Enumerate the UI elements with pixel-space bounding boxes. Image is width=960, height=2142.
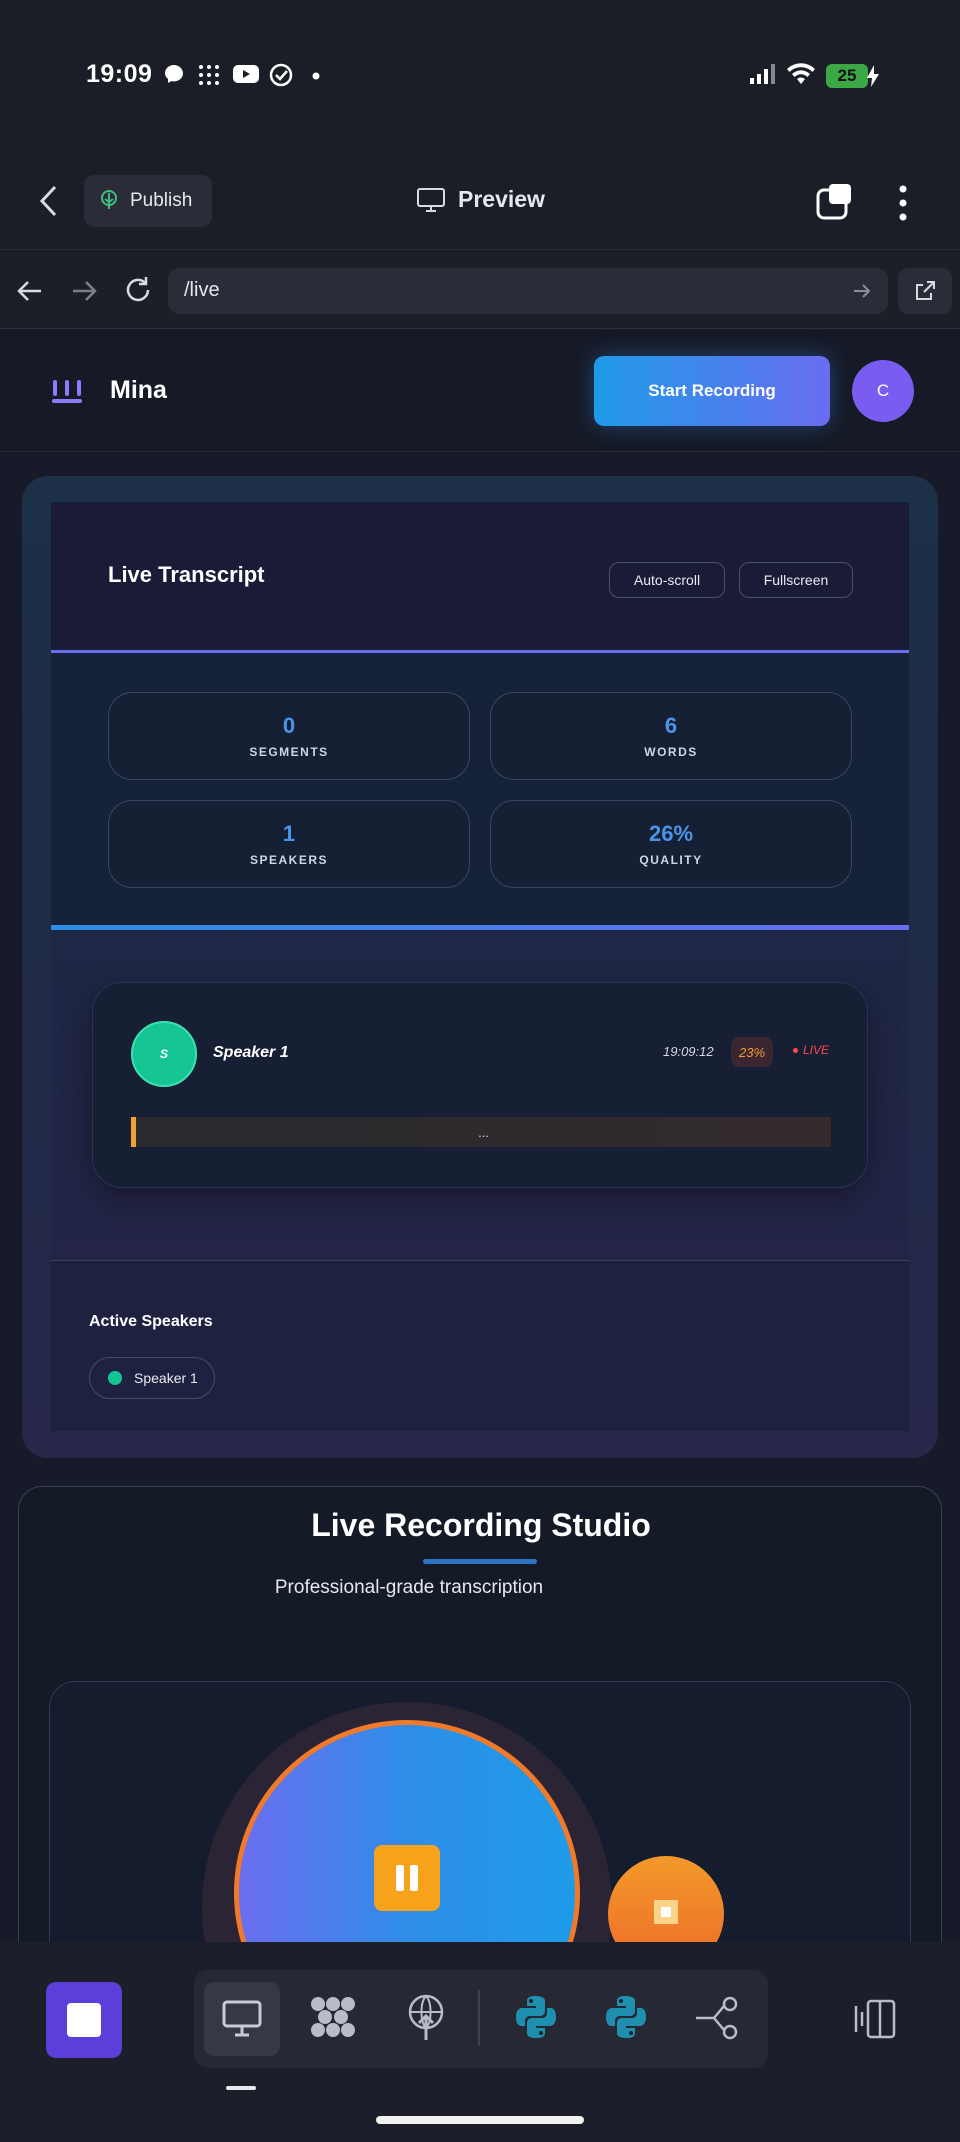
more-options-icon[interactable] [894, 184, 912, 222]
check-circle-icon [268, 62, 294, 90]
charging-icon [866, 64, 880, 88]
brand-name: Mina [110, 376, 167, 404]
monitor-icon [222, 2000, 262, 2037]
stats-area: 0 SEGMENTS 6 WORDS 1 SPEAKERS 26% QUALIT… [51, 653, 909, 925]
publish-button[interactable]: Publish [84, 175, 212, 227]
stat-value: 0 [282, 713, 296, 738]
studio-title: Live Recording Studio [311, 1507, 651, 1543]
monitor-tool[interactable] [204, 1982, 280, 2056]
stop-icon [654, 1900, 678, 1924]
tabs-icon[interactable] [816, 182, 854, 220]
start-recording-button[interactable]: Start Recording [594, 356, 830, 426]
stop-square-icon [67, 2003, 101, 2037]
transcript-title: Live Transcript [108, 562, 265, 587]
preview-label: Preview [458, 186, 545, 212]
speaker-avatar: S [131, 1021, 197, 1087]
url-text: /live [184, 279, 220, 301]
stat-value: 1 [282, 821, 296, 846]
live-dot-icon [793, 1047, 798, 1053]
stat-quality: 26% QUALITY [490, 800, 852, 888]
battery-icon: 25 [826, 64, 868, 88]
youtube-icon [232, 62, 260, 90]
share-nodes-icon[interactable] [694, 1996, 742, 2040]
speaker-chip-label: Speaker 1 [134, 1370, 198, 1386]
logo-icon [50, 378, 84, 404]
reload-icon[interactable] [122, 274, 154, 306]
battery-level: 25 [837, 66, 857, 85]
open-external-button[interactable] [898, 268, 952, 314]
dots-grid-icon [196, 62, 222, 90]
user-avatar[interactable]: C [852, 360, 914, 422]
go-icon[interactable] [852, 281, 872, 301]
active-speakers-section: Active Speakers Speaker 1 [51, 1261, 909, 1431]
external-link-icon [916, 281, 935, 300]
molecule-icon[interactable] [308, 1992, 358, 2042]
globe-upload-icon[interactable] [404, 1992, 448, 2042]
site-navbar: Mina Start Recording C [0, 330, 960, 452]
speaker-chip[interactable]: Speaker 1 [89, 1357, 215, 1399]
stat-label: SEGMENTS [249, 745, 329, 759]
pause-icon [374, 1845, 440, 1911]
browser-forward-icon[interactable] [70, 279, 98, 303]
publish-label: Publish [130, 190, 193, 211]
stat-segments: 0 SEGMENTS [108, 692, 470, 780]
stop-square-button[interactable] [46, 1982, 122, 2058]
studio-subtitle: Professional-grade transcription [274, 1577, 544, 1598]
web-page: Mina Start Recording C Live Transcript A… [0, 330, 960, 1942]
transcript-header: Live Transcript Auto-scroll Fullscreen [51, 502, 909, 650]
app-header: Publish Preview [0, 150, 960, 250]
status-bar: 19:09 25 [0, 0, 960, 150]
dot-icon [312, 72, 320, 100]
stat-label: SPEAKERS [249, 853, 329, 867]
active-speakers-title: Active Speakers [89, 1313, 213, 1330]
transcript-segment: S Speaker 1 19:09:12 23% LIVE ... [92, 982, 868, 1188]
home-indicator[interactable] [376, 2116, 584, 2124]
title-underline [423, 1559, 537, 1564]
toolbar-divider [478, 1990, 480, 2046]
stat-speakers: 1 SPEAKERS [108, 800, 470, 888]
active-tool-indicator [226, 2086, 256, 2090]
speaker-dot-icon [108, 1371, 122, 1385]
stat-value: 6 [664, 713, 678, 738]
back-icon[interactable] [38, 184, 60, 218]
stat-label: QUALITY [639, 853, 703, 867]
publish-icon [101, 190, 117, 209]
signal-icon [748, 62, 778, 90]
segment-text: ... [131, 1117, 831, 1147]
fullscreen-button[interactable]: Fullscreen [739, 562, 853, 598]
url-input[interactable]: /live [168, 268, 888, 314]
python-icon[interactable] [604, 1994, 648, 2040]
browser-back-icon[interactable] [16, 279, 44, 303]
speaker-name: Speaker 1 [213, 1044, 289, 1061]
stat-words: 6 WORDS [490, 692, 852, 780]
clock: 19:09 [86, 60, 153, 88]
live-label: LIVE [803, 1043, 830, 1057]
autoscroll-button[interactable]: Auto-scroll [609, 562, 725, 598]
stat-label: WORDS [644, 745, 698, 759]
transcript-container: Live Transcript Auto-scroll Fullscreen 0… [51, 502, 909, 1431]
wifi-icon [786, 62, 816, 90]
tool-group [194, 1970, 768, 2068]
monitor-icon [417, 187, 445, 212]
segment-time: 19:09:12 [663, 1044, 714, 1059]
stat-value: 26% [648, 821, 694, 846]
panel-toggle-icon[interactable] [852, 1998, 898, 2040]
messenger-icon [162, 62, 186, 90]
preview-toggle[interactable]: Preview [416, 186, 545, 213]
live-indicator: LIVE [793, 1043, 829, 1057]
python-icon[interactable] [514, 1994, 558, 2040]
confidence-badge: 23% [731, 1037, 773, 1067]
bottom-toolbar [0, 1942, 960, 2142]
